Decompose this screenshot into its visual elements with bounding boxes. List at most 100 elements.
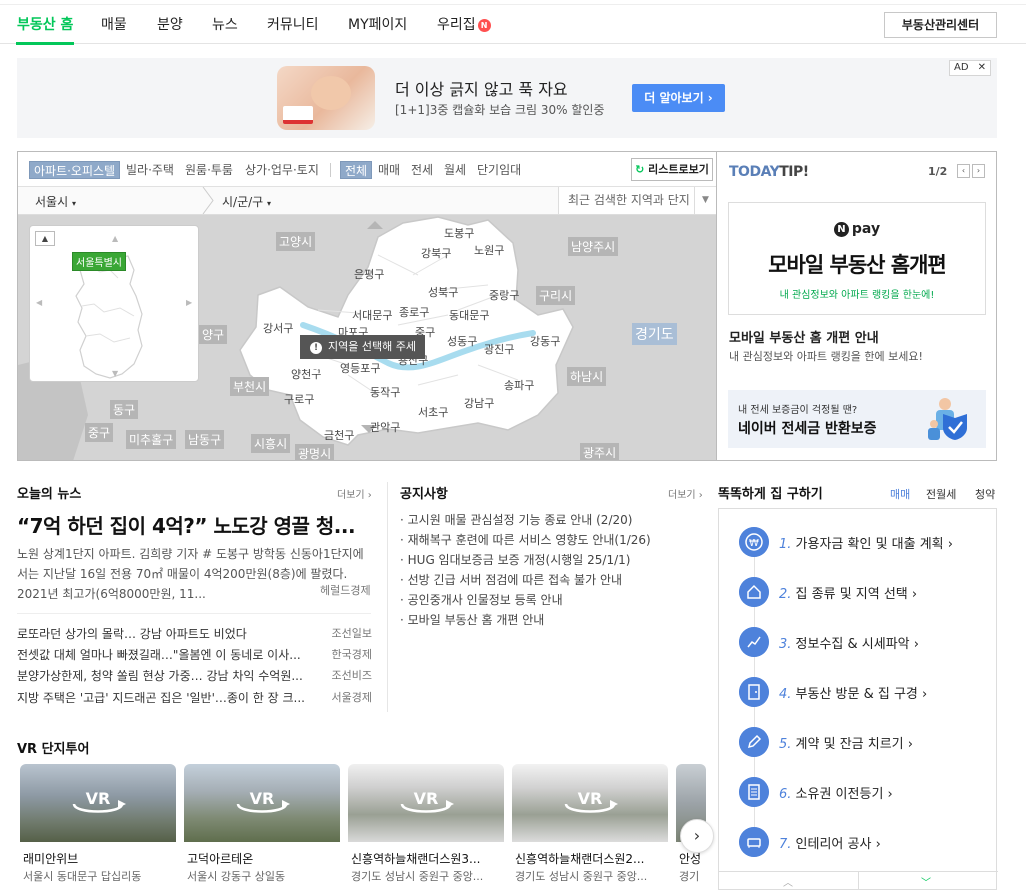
tab-deal-short-term[interactable]: 단기임대 [477, 161, 521, 179]
list-view-button[interactable]: ↻ 리스트로보기 [631, 158, 713, 181]
notice-item[interactable]: · 고시원 매물 관심설정 기능 종료 안내 (2/20) [400, 511, 632, 528]
vr-card[interactable]: VR 신흥역하늘채랜더스원3... 경기도 성남시 중원구 중앙... [348, 764, 504, 890]
notice-more-link[interactable]: 더보기 › [668, 486, 703, 501]
district-label[interactable]: 중랑구 [489, 287, 519, 303]
korea-minimap[interactable]: ▲ 서울특별시 ▲ ◀ ▶ ▼ [29, 225, 199, 382]
minimap-arrow-up-icon[interactable]: ▲ [112, 234, 118, 243]
notice-item[interactable]: · 선방 긴급 서버 점검에 따른 접속 불가 안내 [400, 571, 622, 588]
news-summary[interactable]: 노원 상계1단지 아파트. 김희량 기자 # 도봉구 방학동 신동아1단지에서는… [17, 544, 372, 604]
tip-title[interactable]: 모바일 부동산 홈 개편 안내 [729, 327, 879, 346]
district-label[interactable]: 구로구 [284, 391, 314, 407]
district-label[interactable]: 동대문구 [449, 307, 489, 323]
nav-item-listings[interactable]: 매물 [101, 14, 127, 34]
tab-deal-monthly[interactable]: 월세 [444, 161, 466, 179]
nav-item-presale[interactable]: 분양 [157, 14, 183, 34]
guide-step[interactable]: 3. 정보수집 & 시세파악 › [733, 627, 983, 667]
city-label[interactable]: 동구 [110, 400, 139, 419]
district-label[interactable]: 강북구 [421, 245, 451, 261]
guide-step[interactable]: 4. 부동산 방문 & 집 구경 › [733, 677, 983, 717]
minimap-arrow-left-icon[interactable]: ◀ [36, 298, 42, 307]
tab-deal-all[interactable]: 전체 [340, 161, 373, 179]
vr-card[interactable]: VR 고덕아르테온 서울시 강동구 상일동 [184, 764, 340, 890]
tab-commercial-land[interactable]: 상가·업무·토지 [245, 161, 319, 179]
notice-item[interactable]: · 재해복구 훈련에 따른 서비스 영향도 안내(1/26) [400, 531, 651, 548]
district-label[interactable]: 서초구 [418, 404, 448, 420]
ad-banner[interactable]: 더 이상 긁지 않고 푹 자요 [1+1]3중 캡슐화 보습 크림 30% 할인… [17, 58, 997, 138]
nav-item-mypage[interactable]: MY페이지 [348, 14, 407, 34]
news-row[interactable]: 분양가상한제, 청약 쏠림 현상 가중… 강남 차익 수억원... 조선비즈 [17, 667, 372, 687]
city-label[interactable]: 고양시 [276, 232, 316, 251]
district-label[interactable]: 관악구 [370, 419, 400, 435]
recent-search-dropdown[interactable]: 최근 검색한 지역과 단지 ▼ [558, 187, 716, 214]
city-label[interactable]: 시흥시 [251, 434, 291, 453]
close-icon[interactable]: ✕ [978, 61, 986, 75]
seoul-map[interactable]: 도봉구 강북구 노원구 은평구 성북구 중랑구 서대문구 종로구 동대문구 마포… [18, 215, 716, 460]
news-row[interactable]: 지방 주택은 '고급' 지드래곤 집은 '일반'…종이 한 장 크... 서울경제 [17, 689, 372, 709]
city-label[interactable]: 남동구 [185, 430, 225, 449]
city-label[interactable]: 광명시 [295, 444, 335, 460]
guide-step[interactable]: ₩ 1. 가용자금 확인 및 대출 계획 › [733, 527, 983, 567]
district-label[interactable]: 금천구 [324, 427, 354, 443]
district-label[interactable]: 강서구 [263, 320, 293, 336]
chevron-right-icon[interactable]: › [972, 164, 985, 178]
news-more-link[interactable]: 더보기 › [337, 486, 372, 501]
district-label[interactable]: 성북구 [428, 284, 458, 300]
nav-item-news[interactable]: 뉴스 [212, 14, 238, 34]
ad-learn-more-button[interactable]: 더 알아보기 › [632, 84, 725, 112]
guide-step[interactable]: 7. 인테리어 공사 › [733, 827, 983, 867]
district-label[interactable]: 강남구 [464, 395, 494, 411]
minimap-arrow-right-icon[interactable]: ▶ [186, 298, 192, 307]
city-label[interactable]: 남양주시 [568, 237, 619, 256]
city-label[interactable]: 부천시 [230, 377, 270, 396]
minimap-arrow-down-icon[interactable]: ▼ [112, 369, 118, 378]
vr-card[interactable]: VR 신흥역하늘채랜더스원2... 경기도 성남시 중원구 중앙... [512, 764, 668, 890]
tab-oneroom-tworoom[interactable]: 원룸·투룸 [185, 161, 233, 179]
news-row[interactable]: 전셋값 대체 얼마나 빠졌길래…"올봄엔 이 동네로 이사... 한국경제 [17, 646, 372, 666]
nav-item-community[interactable]: 커뮤니티 [267, 14, 319, 34]
notice-item[interactable]: · HUG 임대보증금 보증 개정(시행일 25/1/1) [400, 551, 630, 568]
city-select[interactable]: 서울시 ▾ [35, 193, 76, 210]
nav-item-myhome[interactable]: 우리집 N [437, 14, 491, 34]
smart-tab-subscription[interactable]: 청약 [975, 486, 995, 502]
city-label[interactable]: 하남시 [567, 367, 607, 386]
district-select[interactable]: 시/군/구 ▾ [222, 193, 271, 210]
region-label-gyeonggi[interactable]: 경기도 [632, 323, 677, 345]
district-label[interactable]: 도봉구 [444, 225, 474, 241]
district-label[interactable]: 종로구 [399, 304, 429, 320]
city-label[interactable]: 미추홀구 [126, 430, 177, 449]
nav-item-home[interactable]: 부동산 홈 [17, 14, 73, 34]
tip-banner[interactable]: Npay 모바일 부동산 홈개편 내 관심정보와 아파트 랭킹을 한눈에! [728, 202, 986, 315]
district-label[interactable]: 광진구 [484, 341, 514, 357]
guide-step[interactable]: 5. 계약 및 잔금 치르기 › [733, 727, 983, 767]
chevron-left-icon[interactable]: ‹ [957, 164, 970, 178]
agent-center-button[interactable]: 부동산관리센터 [884, 12, 997, 38]
smart-tab-sale[interactable]: 매매 [890, 486, 910, 502]
district-label[interactable]: 송파구 [504, 377, 534, 393]
district-label[interactable]: 성동구 [447, 333, 477, 349]
notice-item[interactable]: · 공인중개사 인물정보 등록 안내 [400, 591, 563, 608]
vr-card[interactable]: VR 래미안위브 서울시 동대문구 답십리동 [20, 764, 176, 890]
chevron-up-icon[interactable]: ︿ [783, 874, 793, 889]
district-label[interactable]: 서대문구 [352, 307, 392, 323]
tab-deal-jeonse[interactable]: 전세 [411, 161, 433, 179]
chevron-down-icon[interactable]: ﹀ [921, 874, 931, 889]
jeonse-guarantee-banner[interactable]: 내 전세 보증금이 걱정될 땐? 네이버 전세금 반환보증 [728, 390, 986, 448]
city-label[interactable]: 광주시 [580, 443, 620, 460]
news-headline[interactable]: “7억 하던 집이 4억?” 노도강 영끌 청... [17, 510, 372, 539]
city-label[interactable]: 양구 [199, 325, 228, 344]
city-label[interactable]: 중구 [85, 423, 114, 442]
district-label[interactable]: 은평구 [354, 266, 384, 282]
district-label[interactable]: 동작구 [370, 384, 400, 400]
tab-villa-house[interactable]: 빌라·주택 [126, 161, 174, 179]
guide-step[interactable]: 6. 소유권 이전등기 › [733, 777, 983, 817]
district-label[interactable]: 노원구 [474, 242, 504, 258]
city-label[interactable]: 구리시 [536, 286, 576, 305]
news-row[interactable]: 로또라던 상가의 몰락… 강남 아파트도 비었다 조선일보 [17, 625, 372, 645]
smart-tab-rent[interactable]: 전월세 [926, 486, 956, 502]
notice-item[interactable]: · 모바일 부동산 홈 개편 안내 [400, 611, 544, 628]
tab-deal-sale[interactable]: 매매 [378, 161, 400, 179]
guide-step[interactable]: 2. 집 종류 및 지역 선택 › [733, 577, 983, 617]
district-label[interactable]: 강동구 [530, 333, 560, 349]
district-label[interactable]: 영등포구 [340, 360, 380, 376]
tab-apartment-officetel[interactable]: 아파트·오피스텔 [29, 161, 121, 179]
